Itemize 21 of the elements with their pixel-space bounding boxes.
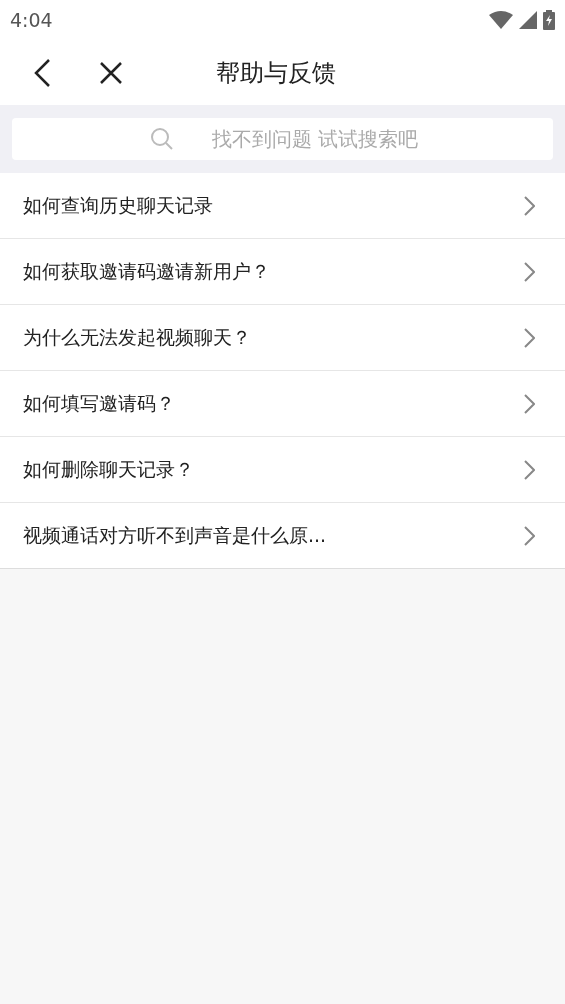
close-icon [99,60,123,85]
search-icon [150,127,174,151]
chevron-right-icon [524,195,535,216]
question-item[interactable]: 为什么无法发起视频聊天？ [0,305,565,371]
battery-icon [543,10,555,30]
question-item[interactable]: 如何填写邀请码？ [0,371,565,437]
search-field[interactable]: 找不到问题 试试搜索吧 [12,118,553,160]
question-item[interactable]: 如何获取邀请码邀请新用户？ [0,239,565,305]
question-item[interactable]: 如何删除聊天记录？ [0,437,565,503]
chevron-right-icon [524,525,535,546]
question-item[interactable]: 视频通话对方听不到声音是什么原... [0,503,565,569]
back-icon [33,57,51,88]
page-title: 帮助与反馈 [216,57,336,89]
chevron-right-icon [524,459,535,480]
chevron-right-icon [524,327,535,348]
chevron-right-icon [524,261,535,282]
chevron-right-icon [524,393,535,414]
signal-icon [519,11,537,29]
question-item[interactable]: 如何查询历史聊天记录 [0,173,565,239]
wifi-icon [489,11,513,29]
status-time: 4:04 [10,7,53,33]
